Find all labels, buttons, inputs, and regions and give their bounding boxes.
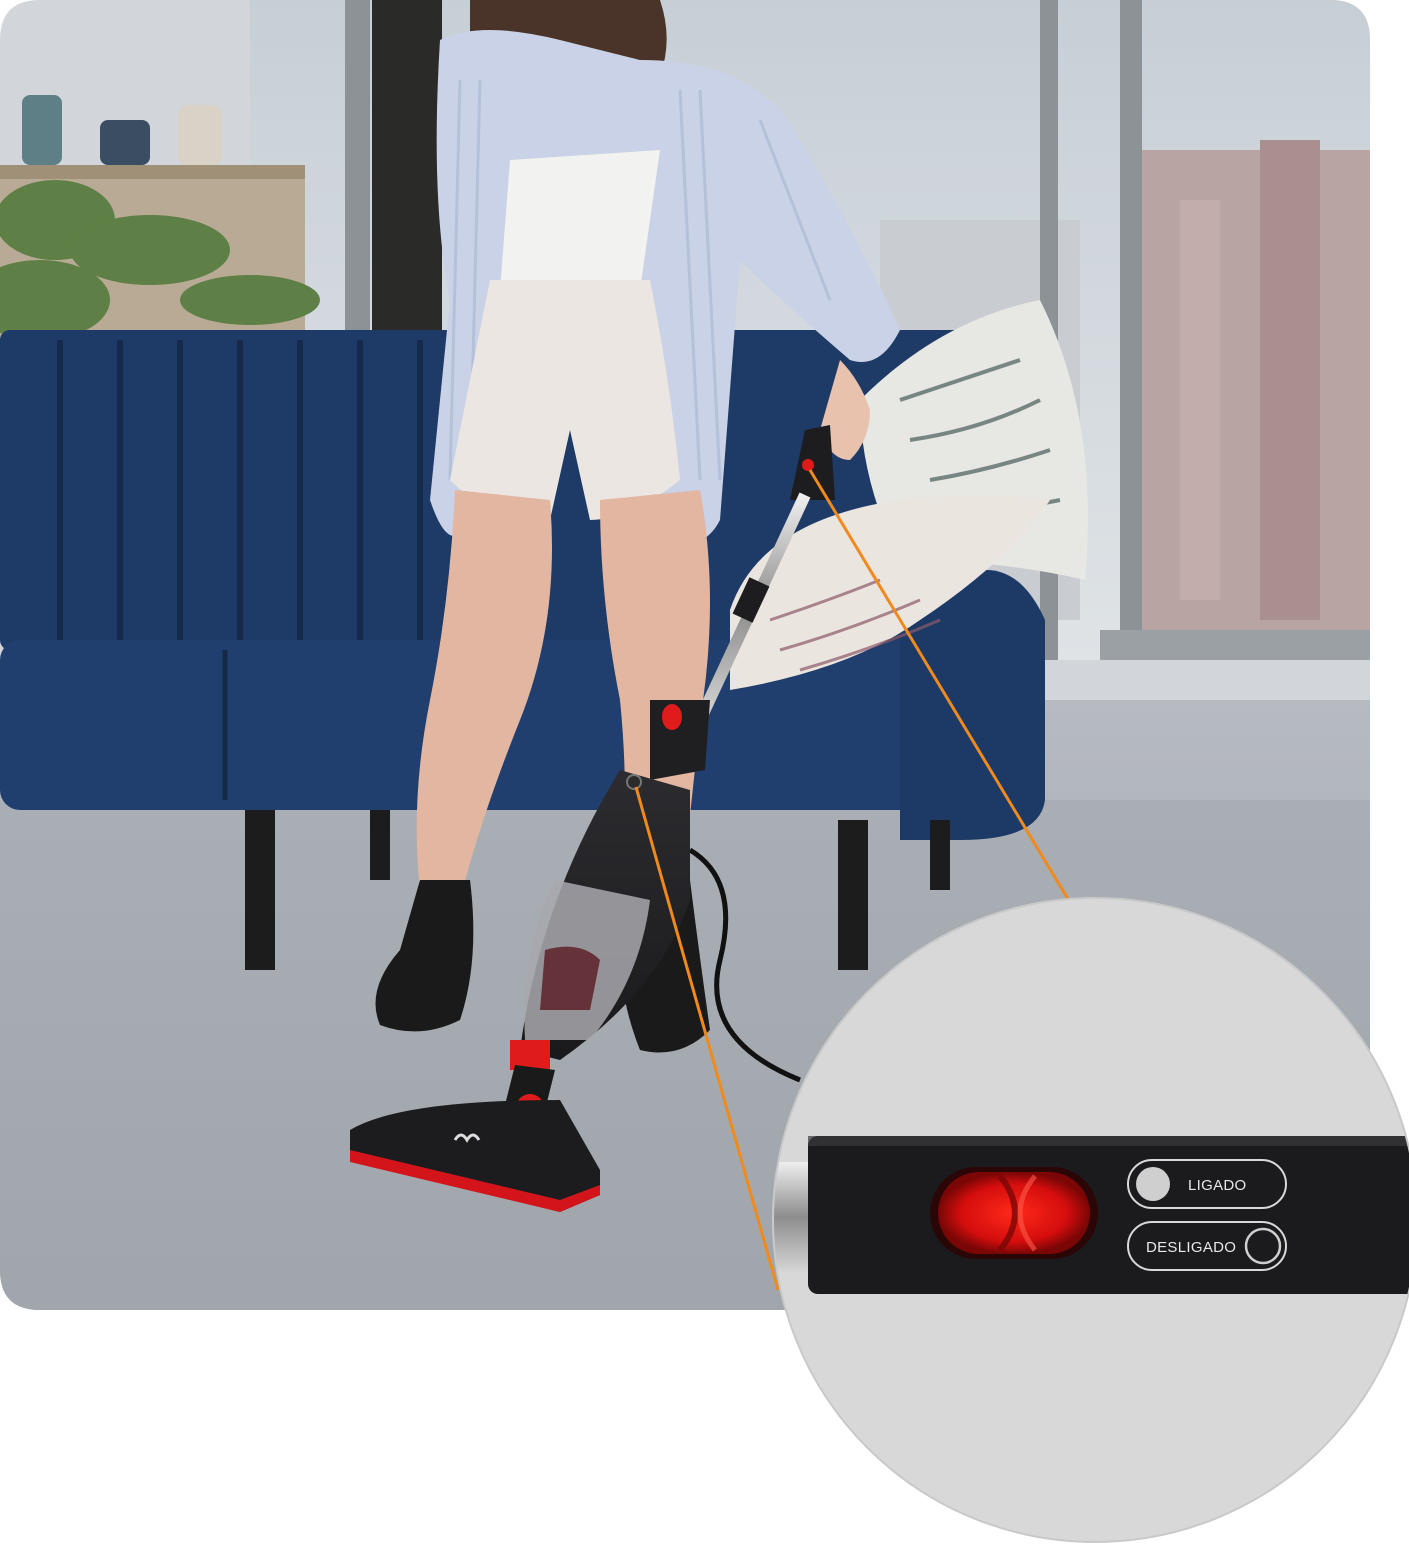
off-label: DESLIGADO	[1146, 1239, 1236, 1256]
product-scene: LIGADO DESLIGADO	[0, 0, 1409, 1543]
on-label: LIGADO	[1188, 1177, 1246, 1194]
power-switch-marker	[802, 459, 814, 471]
power-slide-switch	[930, 1167, 1098, 1259]
filled-circle-icon	[1136, 1167, 1170, 1201]
handle-body	[808, 1136, 1409, 1294]
